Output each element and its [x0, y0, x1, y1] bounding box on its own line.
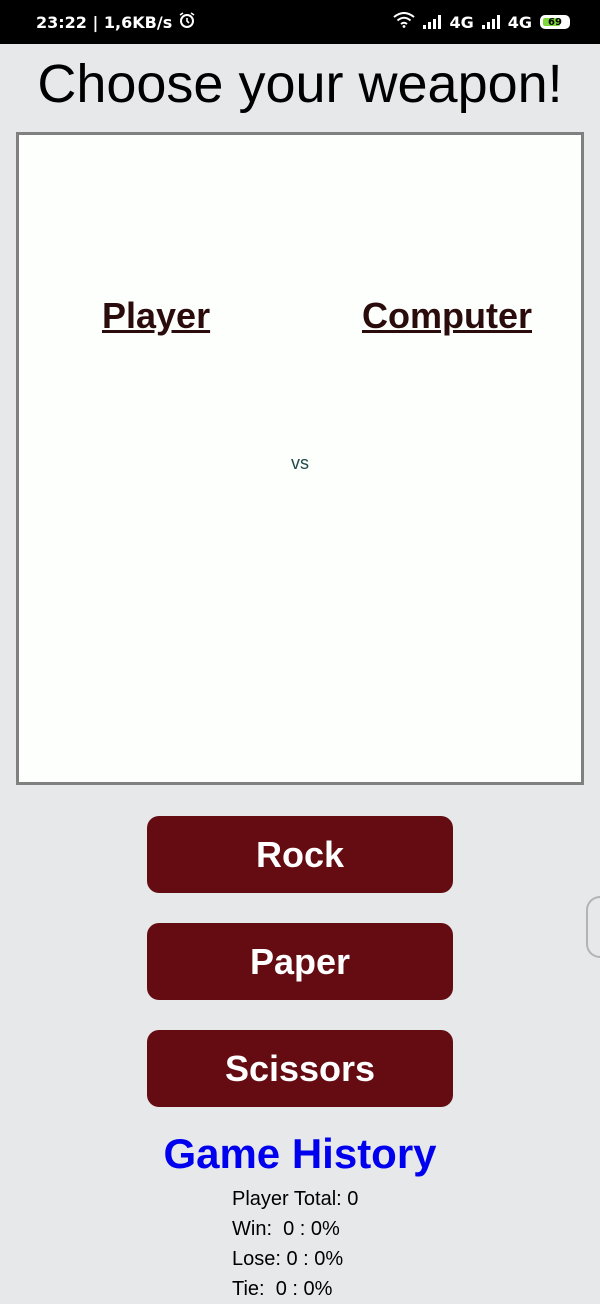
- status-left: 23:22 | 1,6KB/s: [36, 0, 196, 44]
- vs-label: vs: [291, 453, 309, 473]
- status-bar: 23:22 | 1,6KB/s 4G 4G 69: [0, 0, 600, 44]
- scissors-button[interactable]: Scissors: [147, 1030, 453, 1107]
- game-history-list: Player Total: 0 Win: 0 : 0% Lose: 0 : 0%…: [232, 1184, 358, 1304]
- alarm-icon: [178, 11, 196, 33]
- status-time-speed: 23:22 | 1,6KB/s: [36, 12, 173, 32]
- lose-stat: Lose: 0 : 0%: [232, 1248, 344, 1270]
- signal-icon-2: [481, 15, 500, 29]
- network-type-1: 4G: [449, 12, 474, 32]
- player-label: Player: [102, 295, 211, 336]
- network-type-2: 4G: [507, 12, 532, 32]
- rock-button[interactable]: Rock: [147, 816, 453, 893]
- computer-label: Computer: [362, 295, 532, 336]
- win-stat: Win: 0 : 0%: [232, 1218, 340, 1240]
- signal-icon: [423, 15, 442, 29]
- battery-level: 69: [548, 16, 562, 28]
- battery-icon: 69: [540, 15, 570, 29]
- edge-swipe-handle[interactable]: [586, 896, 600, 958]
- status-right: 4G 4G 69: [393, 0, 570, 44]
- player-total: Player Total: 0: [232, 1188, 359, 1210]
- page-title: Choose your weapon!: [37, 54, 563, 114]
- game-history-title: Game History: [163, 1130, 437, 1177]
- paper-button[interactable]: Paper: [147, 923, 453, 1000]
- wifi-icon: [393, 12, 416, 32]
- battle-arena: Player Computer vs: [16, 132, 584, 785]
